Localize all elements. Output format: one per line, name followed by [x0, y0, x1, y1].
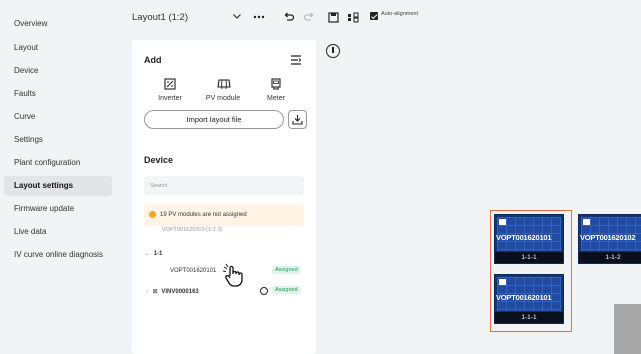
layout-select[interactable]: Layout1 (1:2) [132, 8, 242, 28]
pv-module-tile[interactable]: VOPT001620101 1-1-1 [494, 274, 564, 324]
module-status-badge: Assigned [272, 266, 301, 274]
group-row[interactable]: ⌄ 1-1 [144, 250, 162, 257]
module-tree-row[interactable]: VOPT001620101 [170, 268, 216, 274]
layers-icon[interactable] [346, 10, 360, 24]
layout-select-value: Layout1 (1:2) [132, 12, 188, 23]
inverter-sn: VINV0000163 [161, 289, 199, 295]
sidebar-item-faults[interactable]: Faults [4, 84, 112, 104]
add-pv-module-tool[interactable]: PV module [193, 78, 253, 102]
add-meter-tool[interactable]: Meter [246, 78, 306, 102]
gray-block [614, 304, 641, 354]
device-search-input[interactable] [144, 176, 304, 195]
auto-alignment-label: Auto-alignment [381, 11, 418, 17]
sidebar-item-iv-curve[interactable]: IV curve online diagnosis [4, 250, 112, 270]
sidebar-item-curve[interactable]: Curve [4, 107, 112, 127]
inverter-small-icon: ⊠ [152, 289, 158, 295]
sidebar-item-device[interactable]: Device [4, 61, 112, 81]
device-title: Device [144, 155, 174, 165]
auto-alignment-checkbox[interactable] [370, 12, 378, 20]
inverter-tree-row[interactable]: › ⊠ VINV0000163 [146, 288, 199, 295]
import-layout-button[interactable]: Import layout file [144, 110, 284, 129]
pv-module-tile[interactable]: VOPT001620102 1-1-2 [578, 214, 641, 264]
module-sn: VOPT001620102 [580, 233, 636, 242]
group-label: 1-1 [153, 251, 163, 257]
chevron-down-icon: ⌄ [144, 251, 150, 257]
unassigned-warning: 19 PV modules are not assigned [144, 204, 304, 226]
sidebar-item-settings[interactable]: Settings [4, 130, 112, 150]
pv-module-tile[interactable]: VOPT001620101 1-1-1 [494, 214, 564, 264]
toolbar: Layout1 (1:2) Auto-alignment [122, 0, 641, 36]
collapse-panel-icon[interactable] [290, 53, 304, 67]
more-icon[interactable] [252, 10, 266, 24]
inverter-status-badge: Assigned [272, 286, 301, 294]
chevron-right-icon: › [146, 289, 148, 295]
compass-icon[interactable] [326, 44, 340, 58]
undo-icon[interactable] [282, 10, 296, 24]
module-id: 1-1-1 [495, 312, 563, 323]
sidebar-item-layout-settings[interactable]: Layout settings [4, 176, 112, 196]
warning-text: 19 PV modules are not assigned [160, 212, 247, 218]
save-icon[interactable] [326, 10, 340, 24]
pv-module-label: PV module [205, 95, 241, 102]
sidebar-item-live-data[interactable]: Live data [4, 222, 112, 242]
settings-icon[interactable] [260, 287, 268, 295]
redo-icon[interactable] [302, 10, 316, 24]
add-inverter-tool[interactable]: Inverter [140, 78, 200, 102]
module-id: 1-1-1 [495, 252, 563, 263]
sidebar-item-overview[interactable]: Overview [4, 14, 112, 34]
download-icon[interactable] [288, 110, 307, 129]
partial-tree-row: VOPT001620203 (1-2-3) [162, 227, 223, 232]
layout-canvas[interactable]: VOPT001620101 1-1-1 VOPT001620102 1-1-2 … [316, 36, 641, 354]
hand-pointer-icon [221, 263, 247, 289]
layout-panel: Add Inverter PV module Meter Import layo… [132, 40, 316, 354]
module-sn: VOPT001620101 [496, 293, 552, 302]
warning-icon [149, 211, 156, 218]
sidebar-item-plant-configuration[interactable]: Plant configuration [4, 153, 112, 173]
sidebar-item-layout[interactable]: Layout [4, 38, 112, 58]
pv-module-icon [217, 78, 231, 90]
module-icon [499, 279, 506, 285]
meter-icon [270, 78, 282, 90]
sidebar-item-firmware-update[interactable]: Firmware update [4, 199, 112, 219]
chevron-down-icon [232, 8, 242, 28]
module-icon [499, 219, 506, 225]
add-title: Add [144, 55, 162, 65]
module-sn: VOPT001620101 [496, 233, 552, 242]
module-icon [583, 219, 590, 225]
inverter-label: Inverter [158, 95, 182, 102]
inverter-icon [164, 78, 176, 90]
sidebar: Overview Layout Device Faults Curve Sett… [0, 0, 122, 354]
meter-label: Meter [267, 95, 285, 102]
module-id: 1-1-2 [579, 252, 641, 263]
